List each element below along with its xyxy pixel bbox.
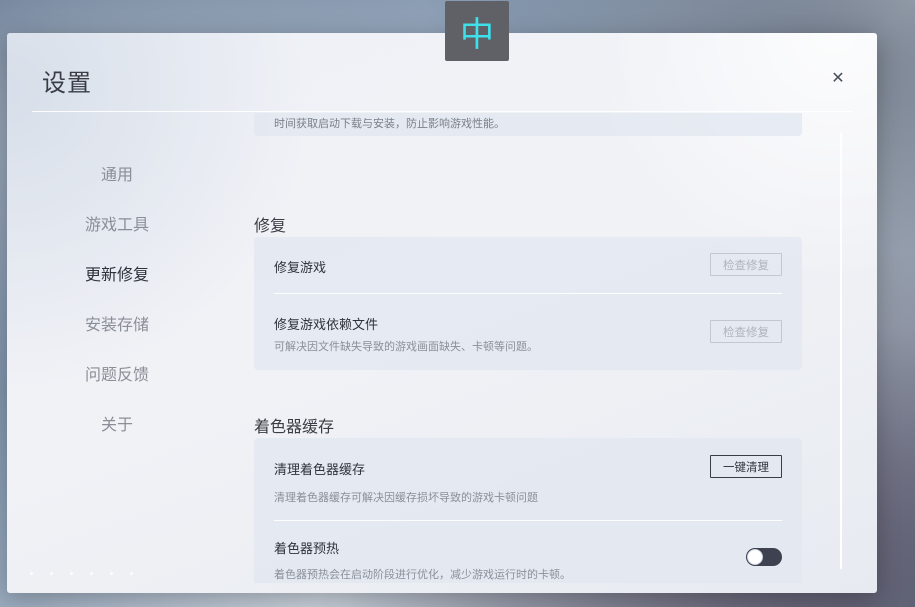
- settings-dialog: 设置 ✕ 通用 游戏工具 更新修复 安装存储 问题反馈 关于 时间获取启动下载与…: [7, 33, 877, 593]
- settings-content: 时间获取启动下载与安装，防止影响游戏性能。 修复 修复游戏 检查修复 修复游戏依…: [247, 113, 807, 583]
- nav-item-general[interactable]: 通用: [62, 148, 172, 198]
- page-dots: [30, 572, 133, 575]
- repair-deps-button[interactable]: 检查修复: [710, 320, 782, 343]
- shader-card: 清理着色器缓存 清理着色器缓存可解决因缓存损坏导致的游戏卡顿问题 一键清理 着色…: [254, 438, 802, 583]
- page-dot: [50, 572, 53, 575]
- row-divider: [274, 520, 782, 521]
- previous-card: 时间获取启动下载与安装，防止影响游戏性能。: [254, 113, 802, 136]
- page-dot: [30, 572, 33, 575]
- nav-item-feedback[interactable]: 问题反馈: [62, 348, 172, 398]
- repair-game-title: 修复游戏: [274, 261, 327, 276]
- cut-off-text: 时间获取启动下载与安装，防止影响游戏性能。: [274, 117, 505, 130]
- repair-section-title: 修复: [254, 216, 287, 235]
- page-dot: [90, 572, 93, 575]
- ime-indicator: 中: [445, 1, 509, 61]
- page-dot: [130, 572, 133, 575]
- toggle-knob: [747, 549, 763, 565]
- scrollbar-thumb[interactable]: [840, 295, 842, 569]
- repair-game-button[interactable]: 检查修复: [710, 253, 782, 276]
- close-icon: ✕: [831, 67, 845, 87]
- clear-shader-desc: 清理着色器缓存可解决因缓存损坏导致的游戏卡顿问题: [274, 491, 538, 504]
- repair-card: 修复游戏 检查修复 修复游戏依赖文件 可解决因文件缺失导致的游戏画面缺失、卡顿等…: [254, 237, 802, 370]
- nav-item-update-repair[interactable]: 更新修复: [62, 248, 172, 298]
- page-dot: [70, 572, 73, 575]
- repair-deps-desc: 可解决因文件缺失导致的游戏画面缺失、卡顿等问题。: [274, 340, 538, 353]
- settings-nav: 通用 游戏工具 更新修复 安装存储 问题反馈 关于: [62, 148, 172, 448]
- repair-deps-title: 修复游戏依赖文件: [274, 318, 379, 333]
- header-divider: [32, 111, 852, 112]
- dialog-title: 设置: [42, 69, 92, 97]
- row-divider: [274, 293, 782, 294]
- close-button[interactable]: ✕: [827, 66, 849, 88]
- shader-section-title: 着色器缓存: [254, 417, 335, 436]
- nav-item-about[interactable]: 关于: [62, 398, 172, 448]
- shader-preheat-title: 着色器预热: [274, 542, 340, 557]
- shader-preheat-toggle[interactable]: [746, 548, 782, 566]
- nav-item-game-tools[interactable]: 游戏工具: [62, 198, 172, 248]
- shader-preheat-desc: 着色器预热会在启动阶段进行优化，减少游戏运行时的卡顿。: [274, 568, 571, 581]
- page-dot: [110, 572, 113, 575]
- one-click-clear-button[interactable]: 一键清理: [710, 455, 782, 478]
- nav-item-install-storage[interactable]: 安装存储: [62, 298, 172, 348]
- clear-shader-title: 清理着色器缓存: [274, 463, 366, 478]
